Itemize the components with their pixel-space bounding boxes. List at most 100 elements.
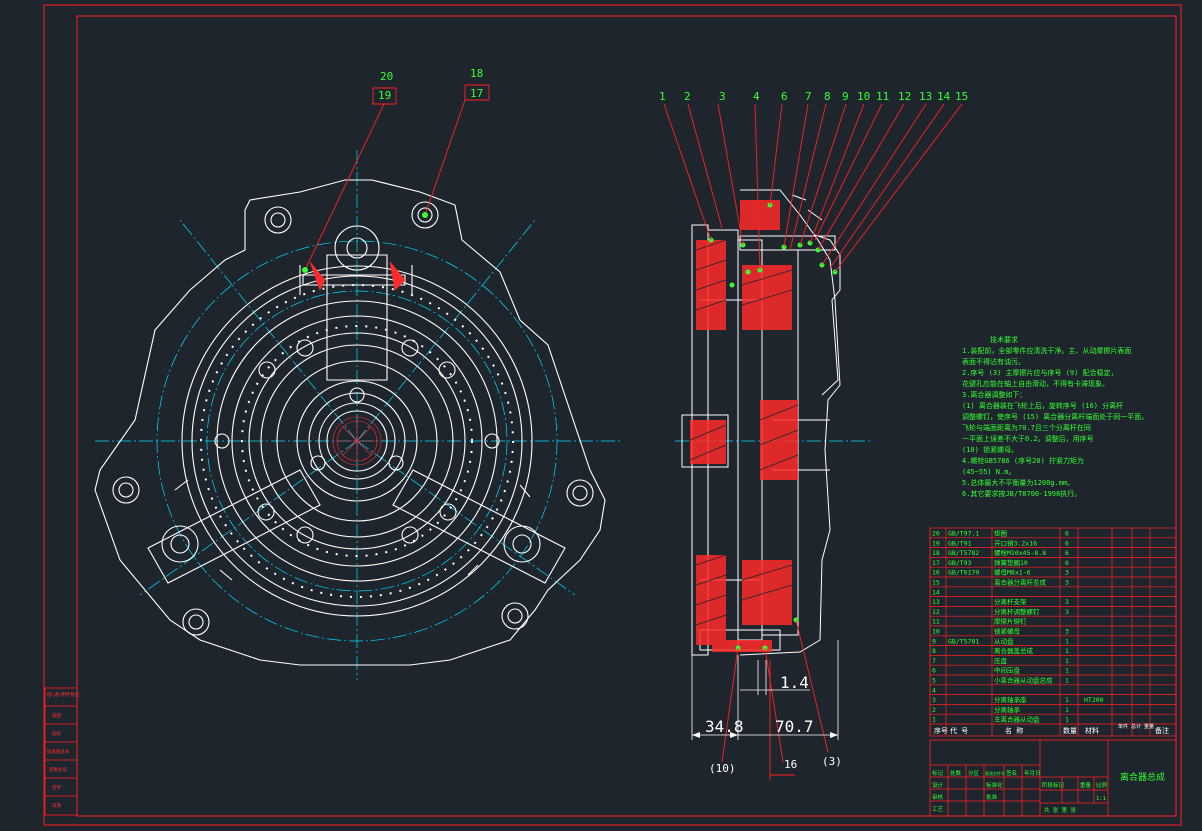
left-strip-4: 底图总号: [49, 766, 67, 773]
bom-row-name: 分离轴承座: [994, 695, 1027, 704]
bom-row-name: 弹簧垫圈10: [994, 558, 1028, 567]
bom-row-no: 3: [932, 696, 936, 704]
dim-gap: 1.4: [780, 673, 809, 692]
rev-label-4: 签名: [1006, 769, 1017, 777]
bom-header-qty: 数量: [1063, 726, 1077, 735]
notes-line-1: 表面不得沾有油污。: [962, 357, 1025, 366]
balloon-7: 7: [805, 90, 812, 103]
bom-row-qty: 6: [1065, 530, 1069, 538]
bom-header-mat: 材料: [1085, 726, 1099, 735]
bom-row-name: 离合器盖总成: [994, 646, 1034, 655]
balloon-4: 4: [753, 90, 760, 103]
bom-row-qty: 6: [1065, 549, 1069, 557]
bom-row-qty: 3: [1065, 579, 1069, 587]
balloon-3: 3: [719, 90, 726, 103]
left-strip-5: 签字: [52, 784, 61, 791]
bom-row-qty: 1: [1065, 657, 1069, 665]
bom-row-no: 16: [932, 569, 940, 577]
bom-row-name: 离合器分离杆总成: [994, 578, 1047, 587]
tb-design: 设计: [932, 781, 944, 789]
bom-row-no: 6: [932, 667, 936, 675]
bom-row-code: GB/T5781: [948, 637, 979, 645]
bom-row-name: 分离杆调整螺钉: [994, 607, 1040, 616]
dim-width-b: 70.7: [775, 717, 814, 736]
bom-row-no: 4: [932, 686, 936, 694]
bom-header-code: 代 号: [950, 726, 968, 735]
notes-line-10: 4.螺栓GB5786 (序号20) 拧紧力矩为: [962, 456, 1084, 465]
bom-row-name: 摩擦片铆钉: [994, 617, 1027, 626]
bom-header-name: 名 称: [1005, 726, 1023, 735]
bom-row-no: 5: [932, 677, 936, 685]
balloon-13: 13: [919, 90, 932, 103]
tb-sheets: 共 张 第 张: [1044, 806, 1076, 814]
ref-left: (10): [709, 762, 736, 775]
notes-line-3: 花键孔应能在轴上自由滑动，不得有卡滞现象。: [962, 379, 1109, 388]
left-strip-3: 旧底图总号: [47, 748, 70, 755]
tb-check: 审核: [932, 793, 944, 801]
left-strip-6: 日期: [52, 803, 61, 809]
callout-20: 20: [380, 70, 393, 83]
rev-label-1: 处数: [950, 769, 962, 777]
rev-label-0: 标记: [932, 769, 944, 777]
bom-row-qty: 1: [1065, 647, 1069, 655]
bom-row-name: 螺栓M10x45-8.8: [994, 548, 1046, 557]
bom-row-code: GB/T91: [948, 539, 972, 547]
notes-line-7: 飞轮与端面距离为70.7且三个分离杆在同: [962, 423, 1091, 432]
bom-row-name: 锁紧螺母: [994, 627, 1021, 636]
dim-width-a: 34.8: [705, 717, 744, 736]
notes-line-12: 5.总体最大不平衡量为1200g.mm。: [962, 478, 1074, 487]
callout-17: 17: [470, 87, 483, 100]
callout-19: 19: [378, 89, 391, 102]
notes-title: 技术要求: [990, 335, 1018, 344]
bom-header-remark: 备注: [1155, 726, 1169, 735]
bom-row-no: 9: [932, 637, 936, 645]
bom-row-code: GB/T5782: [948, 549, 979, 557]
bom-row-qty: 3: [1065, 628, 1069, 636]
bom-row-no: 14: [932, 588, 940, 596]
notes-line-13: 6.其它要求按JB/T8700-1998执行。: [962, 489, 1081, 498]
notes-line-6: 调整螺钉，使序号 (15) 离合器分离杆端面处于同一平面，: [962, 412, 1148, 421]
bom-row-no: 1: [932, 716, 936, 724]
bom-row-qty: 6: [1065, 559, 1069, 567]
left-strip-1: 描图: [52, 712, 61, 719]
balloon-11: 11: [876, 90, 889, 103]
bom-row-qty: 6: [1065, 539, 1069, 547]
ref-right: (3): [822, 755, 842, 768]
balloon-2: 2: [684, 90, 691, 103]
notes-line-5: (1) 离合器装在飞轮上后，旋转序号 (16) 分离杆: [962, 401, 1123, 410]
bom-row-no: 11: [932, 618, 940, 626]
bom-row-name: 开口销3.2x16: [994, 538, 1037, 547]
notes-line-9: (10) 锁紧螺母。: [962, 445, 1018, 454]
balloon-9: 9: [842, 90, 849, 103]
balloon-15: 15: [955, 90, 968, 103]
tb-mass: 重量: [1080, 781, 1092, 789]
bom-row-qty: 1: [1065, 667, 1069, 675]
left-strip-0: 借(通)用件登记: [47, 691, 80, 698]
bom-row-qty: 3: [1065, 608, 1069, 616]
notes-line-11: (45~55) N.m。: [962, 468, 1015, 476]
notes-line-8: 一平面上误差不大于0.2。调整后，用序号: [962, 434, 1094, 443]
bom-row-name: 从动盘: [994, 636, 1014, 645]
balloon-10: 10: [857, 90, 870, 103]
bom-row-no: 10: [932, 628, 940, 636]
tb-scale-val: 1:1: [1096, 796, 1106, 802]
bom-row-no: 7: [932, 657, 936, 665]
bom-row-no: 13: [932, 598, 940, 606]
balloon-1: 1: [659, 90, 666, 103]
bom-row-name: 小离合器从动盘总成: [994, 676, 1053, 685]
drawing-title: 离合器总成: [1120, 771, 1165, 783]
bom-row-code: GB/T6170: [948, 569, 979, 577]
bom-row-name: 垫圈: [994, 529, 1007, 538]
rev-label-5: 年月日: [1024, 769, 1041, 777]
bom-row-name: 主离合器从动盘: [994, 715, 1040, 724]
balloon-12: 12: [898, 90, 911, 103]
bom-row-no: 8: [932, 647, 936, 655]
bom-row-name: 中间压盘: [994, 666, 1021, 675]
bom-row-no: 15: [932, 579, 940, 587]
ref-middle: 16: [784, 758, 797, 771]
notes-line-2: 2.序号 (3) 主摩擦片应与序号 (9) 配合稳定，: [962, 368, 1118, 377]
balloon-8: 8: [824, 90, 831, 103]
bom-row-no: 19: [932, 539, 940, 547]
bom-row-name: 螺母M8x1-6: [994, 568, 1031, 577]
bom-row-mat: HT200: [1084, 696, 1104, 704]
